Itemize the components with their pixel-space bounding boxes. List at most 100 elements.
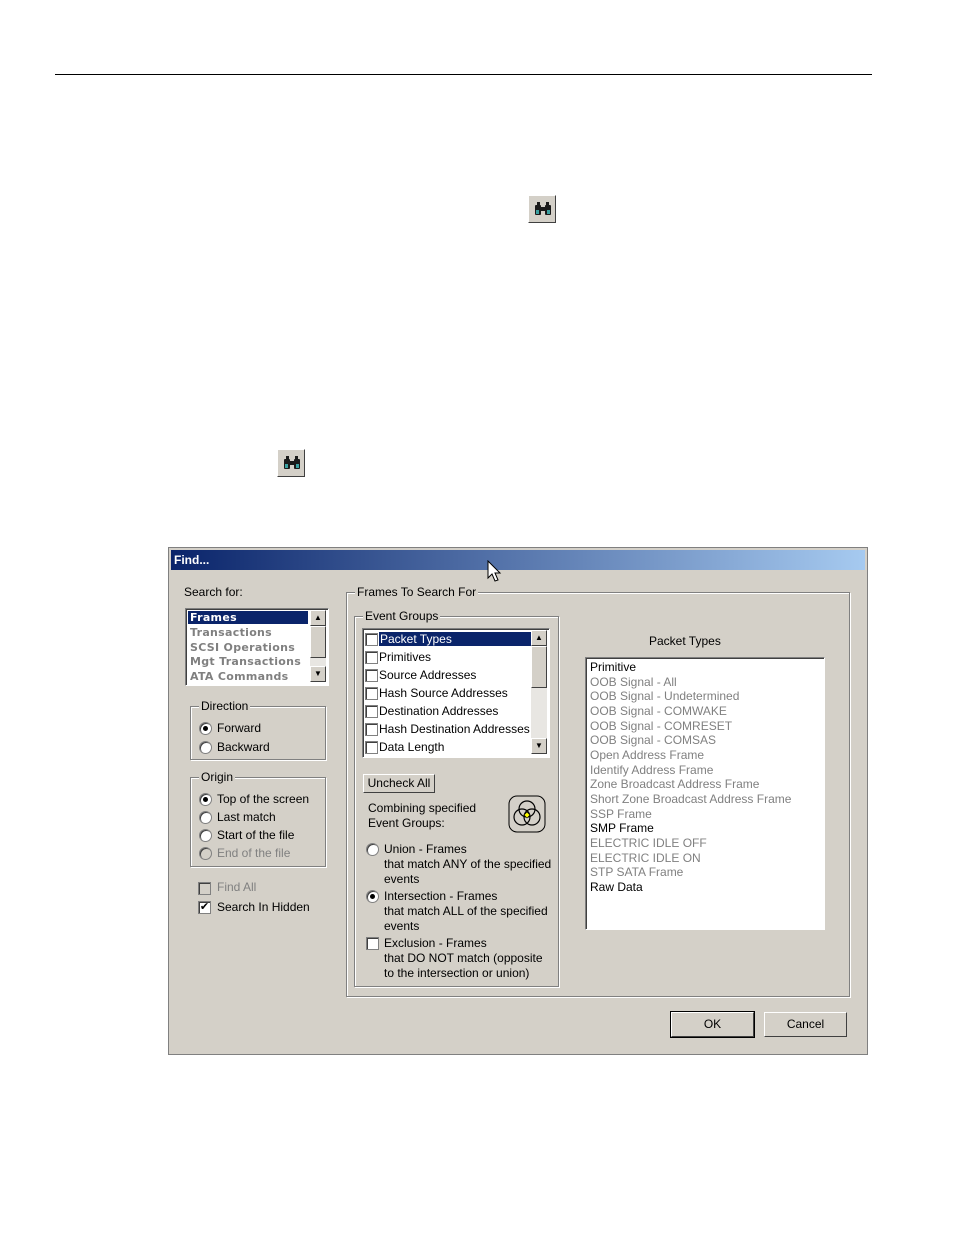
dialog-title-bar[interactable]: Find...	[171, 550, 865, 570]
intersection-label: Intersection - Frames	[384, 889, 498, 903]
packet-type-item[interactable]: OOB Signal - All	[590, 675, 677, 689]
event-groups-listbox[interactable]: Packet Types Primitives Source Addresses…	[362, 628, 550, 758]
event-groups-legend: Event Groups	[363, 609, 441, 623]
event-group-checkbox[interactable]	[365, 633, 378, 646]
find-all-checkbox[interactable]	[198, 882, 211, 895]
event-group-destination-addresses[interactable]: Destination Addresses	[365, 702, 535, 720]
direction-legend: Direction	[199, 699, 251, 713]
packet-types-title: Packet Types	[649, 634, 721, 648]
origin-start-radio[interactable]	[199, 829, 212, 842]
origin-last-match-label: Last match	[217, 810, 276, 824]
search-for-item-frames[interactable]: Frames	[188, 611, 308, 624]
origin-end-label: End of the file	[217, 846, 291, 860]
exclusion-checkbox[interactable]	[366, 937, 379, 950]
event-group-checkbox[interactable]	[365, 705, 378, 718]
intersection-desc-2: events	[384, 919, 420, 933]
page-header-rule	[55, 74, 872, 75]
scroll-up-icon[interactable]: ▲	[310, 610, 326, 626]
combining-label-2: Event Groups:	[368, 816, 445, 830]
origin-top-label: Top of the screen	[217, 792, 310, 806]
scroll-down-icon[interactable]: ▼	[531, 738, 547, 754]
event-group-primitives[interactable]: Primitives	[365, 648, 535, 666]
packet-type-item[interactable]: SSP Frame	[590, 807, 652, 821]
event-group-checkbox[interactable]	[365, 669, 378, 682]
event-group-label: Packet Types	[379, 632, 534, 646]
event-group-label: Destination Addresses	[379, 704, 499, 718]
origin-last-match-radio[interactable]	[199, 811, 212, 824]
scroll-up-icon[interactable]: ▲	[531, 630, 547, 646]
search-for-scrollbar[interactable]: ▲ ▼	[310, 610, 326, 682]
origin-end-radio[interactable]	[199, 847, 212, 860]
packet-type-item[interactable]: OOB Signal - COMRESET	[590, 719, 732, 733]
packet-type-item[interactable]: OOB Signal - COMWAKE	[590, 704, 727, 718]
scroll-thumb[interactable]	[310, 626, 326, 658]
search-for-item-transactions[interactable]: Transactions	[190, 626, 272, 639]
frames-to-search-group: Frames To Search For Event Groups Packet…	[346, 585, 850, 997]
event-group-hash-destination-addresses[interactable]: Hash Destination Addresses	[365, 720, 535, 738]
union-label: Union - Frames	[384, 842, 467, 856]
exclusion-desc-2: to the intersection or union)	[384, 966, 530, 980]
packet-type-item[interactable]: Open Address Frame	[590, 748, 704, 762]
combining-label: Combining specified	[368, 801, 477, 815]
packet-type-item[interactable]: OOB Signal - Undetermined	[590, 689, 739, 703]
find-toolbar-button[interactable]	[528, 195, 556, 223]
find-dialog: Find... Search for: Frames Transactions …	[168, 547, 868, 1055]
uncheck-all-button[interactable]: Uncheck All	[363, 774, 435, 793]
binoculars-icon	[535, 202, 551, 215]
packet-types-listbox[interactable]: Primitive OOB Signal - All OOB Signal - …	[585, 657, 825, 930]
ok-button[interactable]: OK	[670, 1011, 755, 1038]
packet-type-item[interactable]: ELECTRIC IDLE ON	[590, 851, 701, 865]
event-group-data-length[interactable]: Data Length	[365, 738, 535, 756]
dialog-title: Find...	[174, 553, 210, 567]
event-group-checkbox[interactable]	[365, 651, 378, 664]
direction-backward-label: Backward	[217, 740, 270, 754]
event-group-checkbox[interactable]	[365, 723, 378, 736]
scroll-down-icon[interactable]: ▼	[310, 666, 326, 682]
event-group-checkbox[interactable]	[365, 687, 378, 700]
event-group-label: Data Length	[379, 740, 445, 754]
scroll-thumb[interactable]	[531, 646, 547, 688]
packet-type-item[interactable]: Identify Address Frame	[590, 763, 713, 777]
find-toolbar-button-2[interactable]	[277, 449, 305, 477]
packet-type-item[interactable]: OOB Signal - COMSAS	[590, 733, 716, 747]
event-groups-group: Event Groups Packet Types Primitives Sou…	[354, 609, 559, 987]
search-for-item-mgt-transactions[interactable]: Mgt Transactions	[190, 655, 301, 668]
packet-type-item[interactable]: Raw Data	[590, 880, 643, 894]
packet-type-item[interactable]: Primitive	[590, 660, 636, 674]
event-group-label: Hash Destination Addresses	[379, 722, 530, 736]
binoculars-icon	[284, 456, 300, 469]
event-group-checkbox[interactable]	[365, 741, 378, 754]
direction-group: Direction Forward Backward	[190, 699, 326, 760]
packet-type-item[interactable]: Short Zone Broadcast Address Frame	[590, 792, 791, 806]
union-desc-2: events	[384, 872, 420, 886]
event-group-label: Hash Source Addresses	[379, 686, 508, 700]
packet-type-item[interactable]: ELECTRIC IDLE OFF	[590, 836, 707, 850]
packet-type-item[interactable]: SMP Frame	[590, 821, 654, 835]
event-groups-scrollbar[interactable]: ▲ ▼	[531, 630, 547, 754]
packet-type-item[interactable]: Zone Broadcast Address Frame	[590, 777, 759, 791]
venn-diagram-icon	[508, 795, 546, 833]
search-for-item-ata-commands[interactable]: ATA Commands	[190, 670, 288, 683]
search-for-listbox[interactable]: Frames Transactions SCSI Operations Mgt …	[185, 608, 329, 686]
origin-start-label: Start of the file	[217, 828, 295, 842]
find-all-label: Find All	[217, 880, 257, 894]
packet-type-item[interactable]: STP SATA Frame	[590, 865, 683, 879]
mouse-pointer-icon	[487, 560, 502, 582]
origin-legend: Origin	[199, 770, 236, 784]
event-group-packet-types[interactable]: Packet Types	[365, 630, 535, 648]
union-radio[interactable]	[366, 843, 379, 856]
origin-top-radio[interactable]	[199, 793, 212, 806]
exclusion-label: Exclusion - Frames	[384, 936, 487, 950]
intersection-radio[interactable]	[366, 890, 379, 903]
search-in-hidden-checkbox[interactable]: ✔	[198, 901, 211, 914]
cancel-button[interactable]: Cancel	[764, 1012, 847, 1037]
search-for-item-scsi-operations[interactable]: SCSI Operations	[190, 641, 295, 654]
event-group-hash-source-addresses[interactable]: Hash Source Addresses	[365, 684, 535, 702]
union-desc: that match ANY of the specified	[384, 857, 552, 871]
direction-backward-radio[interactable]	[199, 741, 212, 754]
search-in-hidden-label: Search In Hidden	[217, 900, 310, 914]
event-group-source-addresses[interactable]: Source Addresses	[365, 666, 535, 684]
exclusion-desc: that DO NOT match (opposite	[384, 951, 543, 965]
direction-forward-radio[interactable]	[199, 722, 212, 735]
event-group-label: Source Addresses	[379, 668, 477, 682]
